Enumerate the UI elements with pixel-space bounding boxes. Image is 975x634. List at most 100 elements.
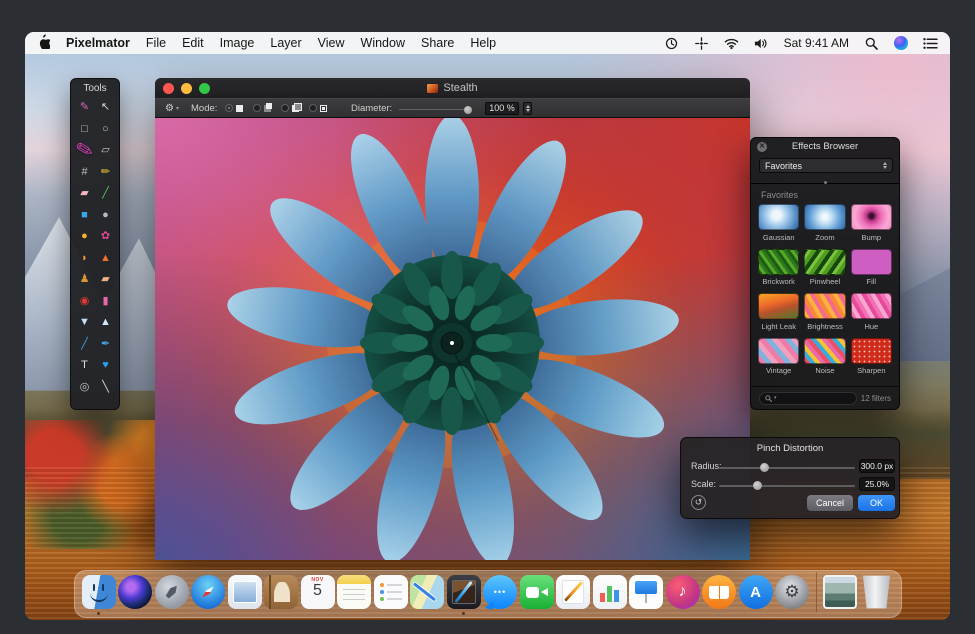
time-machine-icon[interactable] [664,37,679,50]
reset-button[interactable]: ↺ [691,495,706,510]
radius-value-field[interactable]: 300.0 px [859,459,895,473]
rect-marquee-tool[interactable]: □ [74,119,95,141]
mode-replace-option[interactable] [225,104,243,112]
dock-pages[interactable] [556,575,590,613]
burn-tool[interactable]: ▲ [95,248,116,270]
dock-reminders[interactable] [374,575,408,613]
dock-facetime[interactable] [520,575,554,613]
close-button[interactable] [163,83,174,94]
clone-stamp-tool[interactable]: ♟ [74,269,95,291]
dock-calendar[interactable]: NOV 5 [301,575,335,613]
zoom-button[interactable] [199,83,210,94]
dock-notes[interactable] [337,575,371,613]
eyedropper-tool[interactable]: ╲ [95,377,116,399]
dock-system-preferences[interactable] [775,575,809,613]
mode-subtract-option[interactable] [281,104,299,112]
type-tool[interactable]: T [74,355,95,377]
accessibility-icon[interactable] [694,37,709,50]
marker-tool[interactable]: ✎ [74,140,95,162]
dock-dock-divider[interactable] [812,572,821,616]
smudge-tool[interactable]: ◗ [74,248,95,270]
menu-edit[interactable]: Edit [182,36,204,50]
volume-icon[interactable] [754,37,769,50]
effect-bump[interactable]: Bump [851,204,892,242]
siri-icon[interactable] [894,36,908,50]
wifi-icon[interactable] [724,37,739,50]
menu-view[interactable]: View [318,36,345,50]
brush-tool[interactable]: ✎ [74,97,95,119]
art-brush-tool[interactable]: ✿ [95,226,116,248]
menu-bar-clock[interactable]: Sat 9:41 AM [784,36,849,50]
panel-close-icon[interactable]: ✕ [757,142,767,152]
shape-tool[interactable]: ♥ [95,355,116,377]
effect-hue[interactable]: Hue [851,293,892,331]
spotlight-search-icon[interactable] [864,37,879,50]
effect-lightleak[interactable]: Light Leak [758,293,799,331]
dock-maps[interactable] [410,575,444,613]
diameter-value-field[interactable]: 100 % [485,102,519,115]
menu-image[interactable]: Image [220,36,255,50]
radius-slider-knob[interactable] [760,463,769,472]
menu-help[interactable]: Help [470,36,496,50]
dock-launchpad[interactable] [155,575,189,613]
line-tool[interactable]: ╱ [74,334,95,356]
dock-safari[interactable] [191,575,225,613]
canvas[interactable] [155,118,750,560]
title-bar[interactable]: Stealth [155,78,750,98]
sharpen-tool[interactable]: ▲ [95,312,116,334]
dock-siri[interactable] [118,575,152,613]
scale-slider[interactable] [719,485,855,487]
menu-window[interactable]: Window [361,36,405,50]
effects-category-dropdown[interactable]: Favorites [759,158,893,173]
cancel-button[interactable]: Cancel [807,495,853,511]
menu-file[interactable]: File [146,36,166,50]
move-tool[interactable]: ↖ [95,97,116,119]
mode-intersect-option[interactable] [309,104,327,112]
menu-share[interactable]: Share [421,36,454,50]
ellipse-shape-tool[interactable]: ● [74,226,95,248]
dock-app-store[interactable] [739,575,773,613]
dock-messages[interactable] [483,575,517,613]
dock-downloads-stack[interactable] [823,575,857,613]
effect-brickwork[interactable]: Brickwork [758,249,799,287]
dock-itunes[interactable] [666,575,700,613]
notification-center-icon[interactable] [923,37,938,50]
minimize-button[interactable] [181,83,192,94]
dock-contacts[interactable] [264,575,298,613]
radius-slider[interactable] [719,467,855,469]
diameter-stepper[interactable] [523,102,532,115]
effect-gaussian[interactable]: Gaussian [758,204,799,242]
effect-noise[interactable]: Noise [804,338,845,376]
lasso-tool[interactable]: ▱ [95,140,116,162]
dock-keynote[interactable] [629,575,663,613]
effect-pinwheel[interactable]: Pinwheel [804,249,845,287]
diameter-slider-knob[interactable] [464,106,472,114]
dock-numbers[interactable] [593,575,627,613]
blur-tool[interactable]: ▼ [74,312,95,334]
dock-pixelmator[interactable] [447,575,481,613]
red-eye-tool[interactable]: ◉ [74,291,95,313]
scale-slider-knob[interactable] [753,481,762,490]
diameter-slider[interactable] [399,109,469,110]
menu-pixelmator[interactable]: Pixelmator [66,36,130,50]
scale-value-field[interactable]: 25.0% [859,477,895,491]
effect-brightness[interactable]: Brightness [804,293,845,331]
dock-ibooks[interactable] [702,575,736,613]
pen-tool[interactable]: ✒ [95,334,116,356]
zoom-tool[interactable]: ◎ [74,377,95,399]
effect-vintage[interactable]: Vintage [758,338,799,376]
mode-add-option[interactable] [253,104,271,112]
ok-button[interactable]: OK [858,495,895,511]
crop-tool[interactable]: # [74,162,95,184]
slice-tool[interactable]: ╱ [95,183,116,205]
dock-trash[interactable] [860,575,894,613]
effect-sharpen[interactable]: Sharpen [851,338,892,376]
effect-zoom[interactable]: Zoom [804,204,845,242]
pencil-tool[interactable]: ✏ [95,162,116,184]
effects-search-input[interactable]: ▾ [759,392,857,405]
eraser-tool[interactable]: ▰ [74,183,95,205]
rect-shape-tool[interactable]: ■ [74,205,95,227]
tool-settings-menu[interactable]: ⚙▾ [165,103,179,114]
dock-mail[interactable] [228,575,262,613]
effect-fill[interactable]: Fill [851,249,892,287]
